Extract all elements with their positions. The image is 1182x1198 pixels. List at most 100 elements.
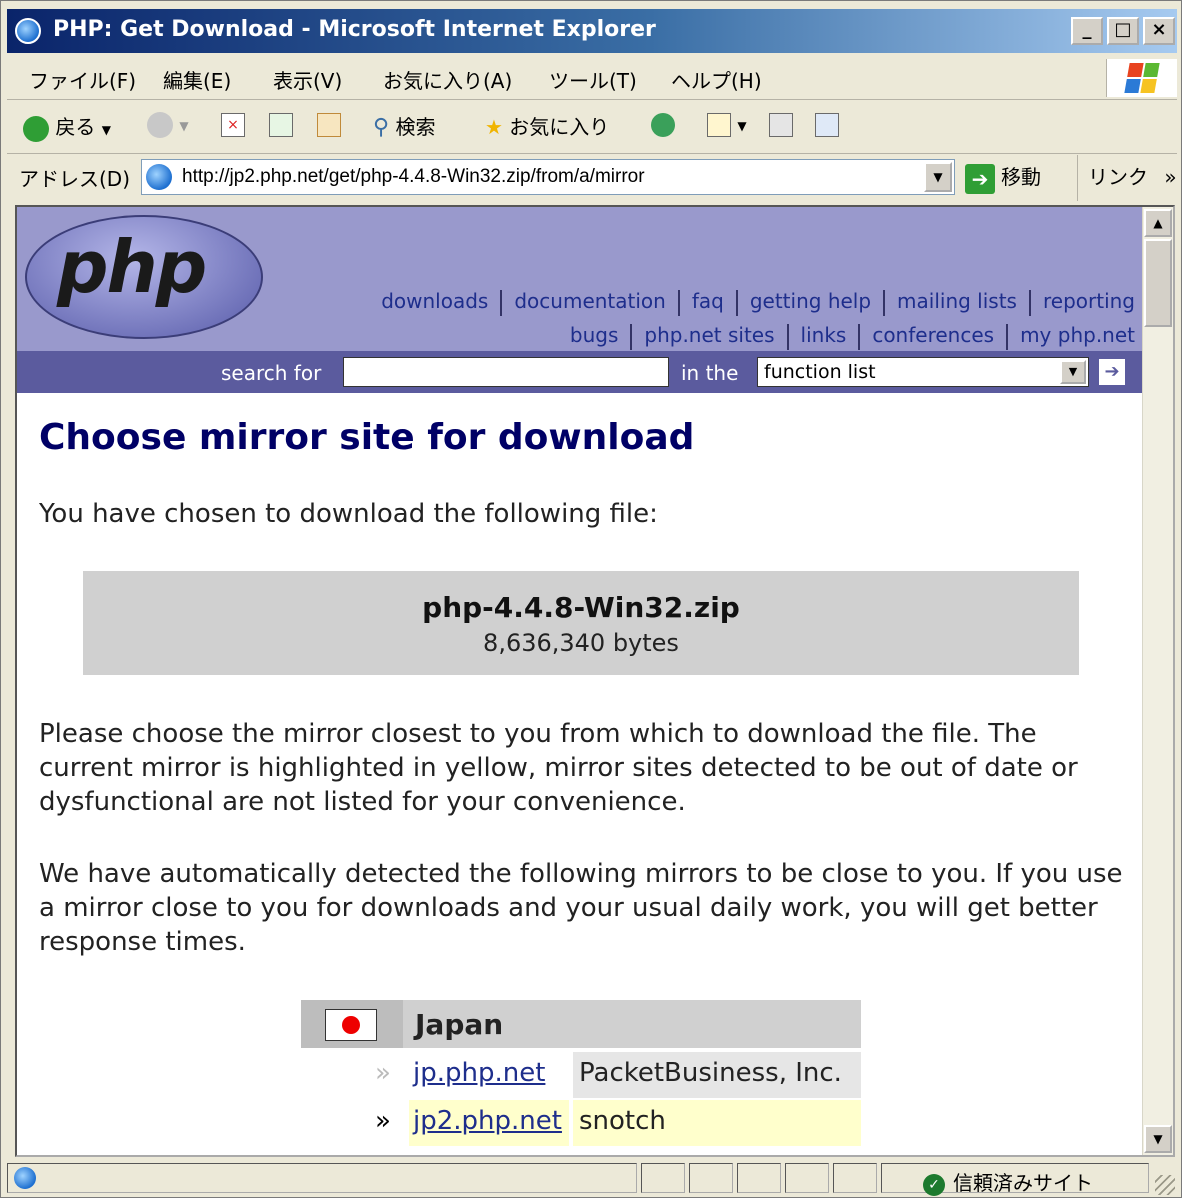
search-icon: ⚲ (373, 115, 390, 140)
page-content: php downloads documentation faq getting hel… (17, 207, 1143, 1155)
menu-view[interactable]: 表示(V) (273, 65, 342, 94)
scroll-down-icon[interactable]: ▼ (1144, 1125, 1172, 1153)
nav-separator (735, 289, 738, 316)
address-input[interactable]: http://jp2.php.net/get/php-4.4.8-Win32.z… (141, 159, 955, 195)
page-title: Choose mirror site for download (39, 417, 695, 458)
mirror-link[interactable]: jp.php.net (413, 1058, 545, 1088)
php-logo-text: php (57, 225, 207, 309)
file-size: 8,636,340 bytes (483, 629, 679, 657)
nav-php-net-sites[interactable]: php.net sites (644, 323, 774, 347)
country-name: Japan (415, 1008, 504, 1041)
nav-reporting[interactable]: reporting (1043, 289, 1135, 313)
window-title: PHP: Get Download - Microsoft Internet E… (53, 17, 656, 42)
nav-my-php-net[interactable]: my php.net (1020, 323, 1135, 347)
title-bar[interactable]: PHP: Get Download - Microsoft Internet E… (7, 9, 1177, 53)
minimize-button[interactable]: _ (1071, 17, 1103, 45)
stop-button[interactable]: × (221, 111, 245, 137)
mirror-link[interactable]: jp2.php.net (413, 1106, 562, 1136)
nav-row-2: bugs php.net sites links conferences my php.… (570, 323, 1135, 350)
page-status-icon (14, 1167, 36, 1189)
mail-icon (707, 112, 731, 137)
nav-conferences[interactable]: conferences (872, 323, 994, 347)
nav-documentation[interactable]: documentation (514, 289, 665, 313)
maximize-button[interactable]: □ (1107, 17, 1139, 45)
search-button[interactable]: ⚲ 検索 (373, 111, 435, 140)
media-button[interactable] (651, 111, 675, 137)
back-label: 戻る (55, 115, 96, 139)
status-pane (641, 1163, 685, 1193)
mirror-provider-cell: PacketBusiness, Inc. (573, 1052, 861, 1098)
refresh-button[interactable] (269, 111, 293, 137)
address-dropdown-icon[interactable]: ▼ (924, 162, 952, 192)
mirror-host-cell: jp.php.net (409, 1052, 569, 1098)
favorites-label: お気に入り (509, 115, 610, 139)
menu-tools[interactable]: ツール(T) (549, 65, 637, 94)
site-search-bar: search for in the function list ▼ ➔ (17, 351, 1143, 393)
go-label: 移動 (1001, 165, 1041, 189)
site-search-input[interactable] (343, 357, 669, 387)
media-icon (651, 112, 675, 137)
scroll-thumb[interactable] (1144, 239, 1172, 327)
status-pane (689, 1163, 733, 1193)
home-icon (317, 112, 341, 137)
chevron-down-icon[interactable]: ▼ (1060, 360, 1086, 384)
links-button[interactable]: リンク » (1077, 155, 1177, 201)
links-label: リンク (1088, 165, 1148, 189)
nav-faq[interactable]: faq (692, 289, 724, 313)
menu-file[interactable]: ファイル(F) (29, 65, 136, 94)
nav-links[interactable]: links (801, 323, 847, 347)
browser-window: PHP: Get Download - Microsoft Internet E… (0, 0, 1182, 1198)
nav-separator (883, 289, 886, 316)
favorites-button[interactable]: ★ お気に入り (485, 111, 609, 140)
scroll-up-icon[interactable]: ▲ (1144, 209, 1172, 237)
search-submit-icon[interactable]: ➔ (1099, 359, 1125, 385)
menu-help[interactable]: ヘルプ(H) (671, 65, 762, 94)
trusted-check-icon: ✓ (923, 1173, 945, 1196)
status-main-pane (7, 1163, 637, 1193)
back-dropdown-icon[interactable]: ▼ (102, 123, 111, 137)
home-button[interactable] (317, 111, 341, 137)
mirror-row-current: » jp2.php.net snotch (301, 1100, 861, 1146)
nav-downloads[interactable]: downloads (381, 289, 488, 313)
in-the-label: in the (681, 361, 739, 385)
chevron-right-icon[interactable]: » (1164, 165, 1176, 189)
resize-grip-icon[interactable] (1155, 1175, 1175, 1195)
print-button[interactable] (769, 111, 793, 137)
nav-getting-help[interactable]: getting help (750, 289, 871, 313)
address-label: アドレス(D) (19, 167, 131, 191)
ie-logo-icon[interactable] (15, 18, 41, 44)
address-url[interactable]: http://jp2.php.net/get/php-4.4.8-Win32.z… (182, 166, 645, 188)
nav-mailing-lists[interactable]: mailing lists (897, 289, 1017, 313)
search-scope-select[interactable]: function list ▼ (757, 357, 1089, 387)
php-logo[interactable]: php (25, 215, 263, 339)
mirror-provider-cell: snotch (573, 1100, 861, 1146)
status-bar: ✓ 信頼済みサイト (7, 1161, 1177, 1197)
nav-separator (858, 323, 861, 350)
menu-edit[interactable]: 編集(E) (163, 65, 231, 94)
close-button[interactable]: × (1143, 17, 1175, 45)
vertical-scrollbar[interactable]: ▲ ▼ (1142, 207, 1173, 1155)
refresh-icon (269, 112, 293, 137)
forward-dropdown-icon[interactable]: ▼ (179, 119, 188, 133)
go-button[interactable]: ➔ 移動 (965, 161, 1041, 194)
windows-logo-icon (1106, 59, 1177, 97)
menu-favorites[interactable]: お気に入り(A) (383, 65, 512, 94)
forward-button[interactable]: ▼ (147, 111, 189, 138)
country-header: Japan (301, 1000, 861, 1048)
back-button[interactable]: 戻る ▼ (23, 111, 111, 142)
nav-bugs[interactable]: bugs (570, 323, 619, 347)
mirror-marker-icon: » (375, 1106, 391, 1136)
nav-separator (630, 323, 633, 350)
flag-cell (301, 1000, 403, 1048)
nav-separator (786, 323, 789, 350)
search-scope-value: function list (764, 361, 876, 383)
star-icon: ★ (485, 115, 503, 139)
nav-separator (500, 289, 503, 316)
mail-dropdown-icon[interactable]: ▼ (737, 119, 746, 133)
japan-flag-icon (325, 1009, 377, 1041)
stop-icon: × (221, 112, 245, 137)
mail-button[interactable]: ▼ (707, 111, 747, 137)
mirror-provider: PacketBusiness, Inc. (579, 1058, 842, 1088)
intro-text: You have chosen to download the followin… (39, 499, 658, 529)
edit-button[interactable] (815, 111, 839, 137)
